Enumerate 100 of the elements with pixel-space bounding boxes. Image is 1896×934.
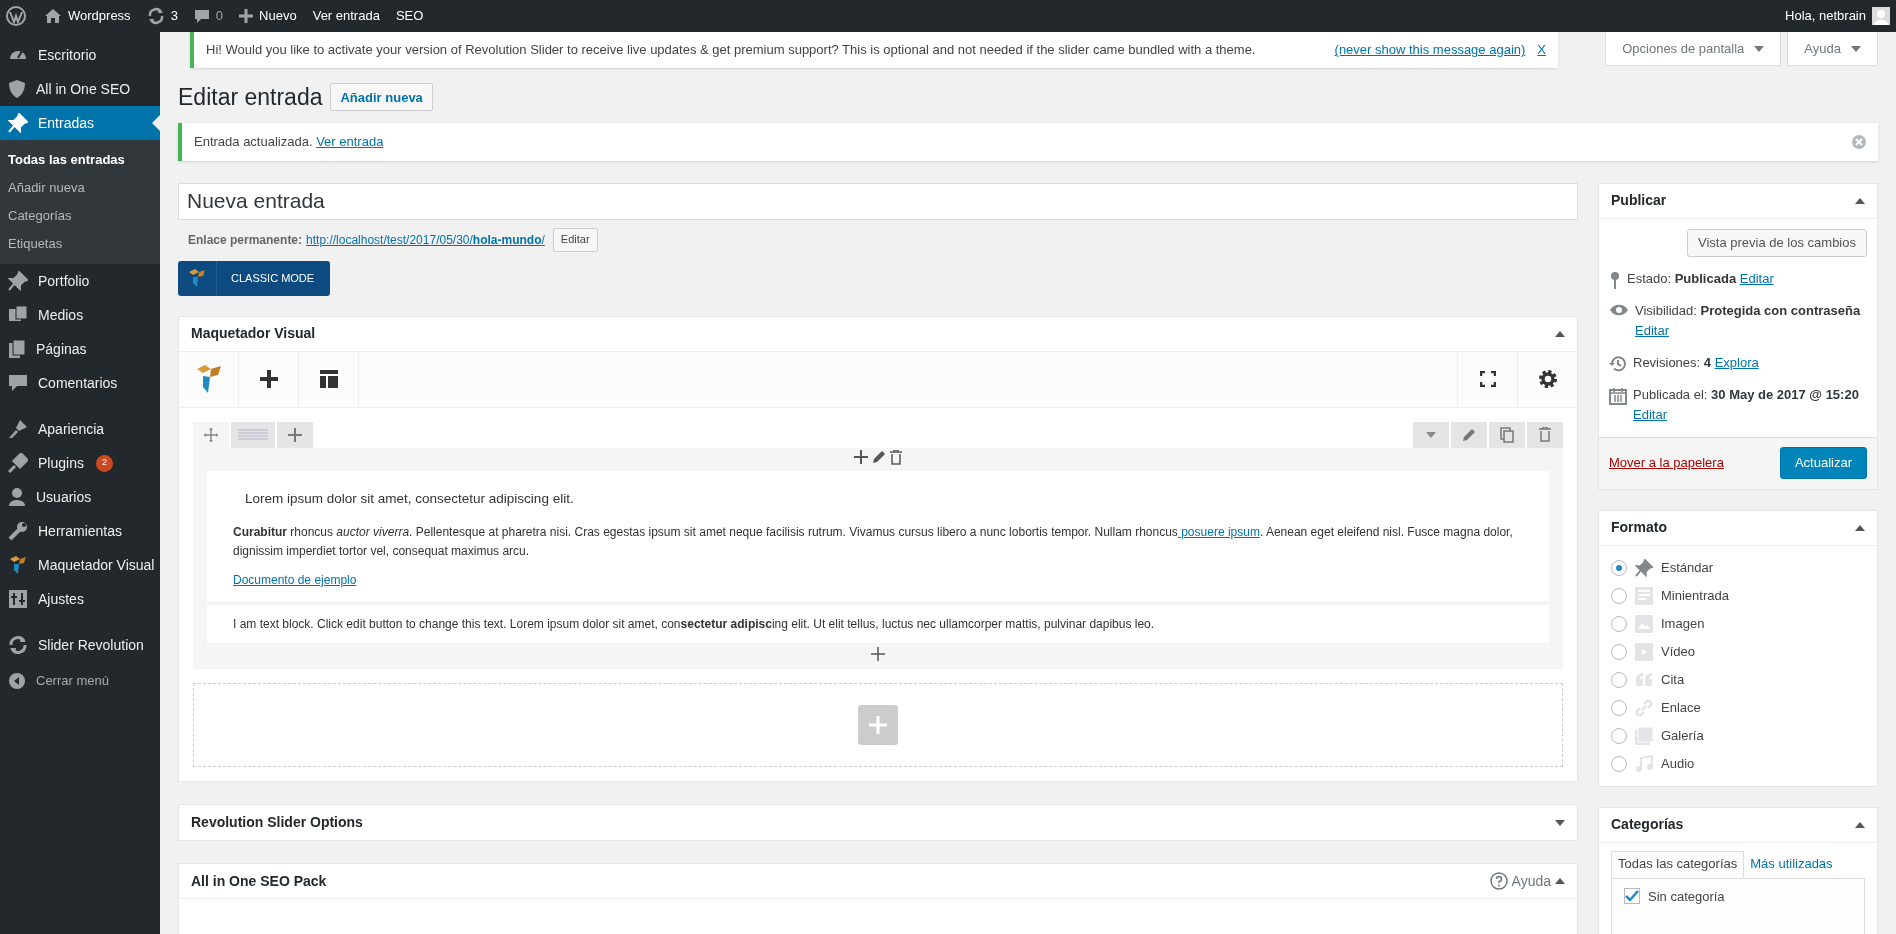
paragraph-text: Lorem ipsum dolor sit amet, consectetur adipiscing elit. [245,489,575,508]
caret-icon [1754,45,1765,52]
refresh-icon [8,635,28,655]
sidebar-item[interactable]: Herramientas [0,514,160,548]
trash-link[interactable]: Mover a la papelera [1609,453,1724,473]
page-title: Editar entrada [178,83,323,112]
post-title-field[interactable]: Nueva entrada [178,182,1578,220]
help-link[interactable]: Ayuda [1489,870,1551,892]
collapse-arrow-icon[interactable] [1855,524,1865,531]
view-post-link[interactable]: Ver entrada [316,133,384,149]
edit-icon[interactable] [872,449,886,464]
sidebar-item[interactable]: Portfolio [0,264,160,298]
radio-button[interactable] [1611,643,1627,660]
sidebar-item[interactable]: Slider Revolution [0,628,160,662]
inline-link[interactable]: posuere ipsum [1177,524,1260,539]
sidebar-item[interactable]: Ajustes [0,582,160,616]
wordpress-logo-icon[interactable] [6,6,26,26]
box-title: Revolution Slider Options [191,813,364,833]
sidebar-item[interactable]: Escritorio [0,38,160,72]
comments-link[interactable]: 0 [185,0,232,32]
radio-button[interactable] [1611,727,1627,744]
move-row-icon [204,427,218,442]
radio-button[interactable] [1611,587,1627,604]
collapse-arrow-icon[interactable] [1555,330,1565,337]
collapse-arrow-icon[interactable] [1855,197,1865,204]
update-button[interactable]: Actualizar [1779,447,1867,479]
submenu-item[interactable]: Todas las entradas [0,146,160,174]
account-link[interactable]: Hola, netbrain [1785,0,1896,32]
sidebar-item[interactable]: Plugins 2 [0,446,160,480]
checkbox[interactable] [1624,888,1640,905]
toggle-row-button[interactable] [1413,421,1449,448]
collapse-arrow-icon[interactable] [1855,821,1865,828]
close-icon[interactable] [1852,134,1866,149]
sidebar-item[interactable]: Páginas [0,332,160,366]
notice-text: Entrada actualizada. Ver entrada [194,132,385,151]
sliders-icon [8,589,28,609]
edit-link[interactable]: Editar [1633,406,1667,422]
collapse-arrow-icon[interactable] [1555,878,1565,885]
radio-button[interactable] [1611,559,1627,576]
pin-icon [8,113,28,133]
sidebar-item[interactable]: Comentarios [0,366,160,400]
box-title: Categorías [1611,815,1685,834]
add-column-button[interactable] [277,421,313,448]
sidebar-item[interactable]: Maquetador Visual [0,548,160,582]
category-tab[interactable]: Todas las categorías [1611,850,1745,878]
radio-button[interactable] [1611,671,1627,688]
status-text: Revisiones: 4 Explora [1633,353,1759,372]
shield-icon [8,79,26,99]
expand-arrow-icon[interactable] [1555,819,1565,826]
help-icon [1489,872,1508,891]
radio-button[interactable] [1611,755,1627,772]
edit-link[interactable]: Editar [1739,270,1774,286]
caret-icon [1851,45,1861,52]
sidebar-item[interactable]: All in One SEO [0,72,160,106]
submenu-item[interactable]: Etiquetas [0,230,160,258]
preview-button[interactable]: Vista previa de los cambios [1687,228,1867,257]
collapse-menu-button[interactable]: Cerrar menú [0,664,160,698]
close-link[interactable]: X [1537,40,1546,60]
site-link[interactable]: Wordpress [36,0,139,32]
delete-row-button[interactable] [1527,421,1563,448]
new-link[interactable]: Nuevo [231,0,305,32]
sidebar-item[interactable]: Medios [0,298,160,332]
link-icon [1635,698,1653,717]
screen-tab-button[interactable]: Ayuda [1787,32,1878,66]
toolbar-link[interactable]: Ver entrada [304,0,388,32]
radio-button[interactable] [1611,615,1627,632]
delete-icon[interactable] [890,449,902,465]
edit-link[interactable]: Editar [1635,322,1669,338]
active-item-pointer [152,115,160,131]
permalink-link[interactable]: http://localhost/test/2017/05/30/hola-mundo/ [306,230,545,249]
document-link[interactable]: Documento de ejemplo [233,570,357,589]
sidebar-item[interactable]: Apariencia [0,412,160,446]
edit-link[interactable]: Explora [1714,354,1759,370]
count-badge: 2 [95,454,113,472]
category-tab[interactable]: Más utilizadas [1744,850,1839,878]
classic-mode-button[interactable]: CLASSIC MODE [178,260,331,296]
toggle-row-icon [1426,431,1436,438]
sidebar-item[interactable]: Usuarios [0,480,160,514]
screen-tab-button[interactable]: Opciones de pantalla [1605,32,1782,66]
edit-row-button[interactable] [1451,421,1487,448]
plus-icon [869,716,887,735]
submenu-item[interactable]: Categorías [0,202,160,230]
collapse-icon [8,672,26,690]
sidebar-item[interactable]: Entradas [0,106,160,140]
add-icon[interactable] [854,449,868,464]
clone-row-button[interactable] [1489,421,1525,448]
status-text: Visibilidad: Protegida con contraseña Editar [1635,301,1862,340]
dismiss-link[interactable]: (never show this message again) [1334,40,1526,60]
edit-permalink-button[interactable]: Editar [552,227,598,252]
add-new-button[interactable]: Añadir nueva [330,83,433,112]
radio-label: Estándar [1661,558,1714,577]
radio-label: Minientrada [1661,586,1729,605]
delete-row-icon [1539,427,1551,442]
radio-button[interactable] [1611,699,1627,716]
radio-label: Vídeo [1661,642,1695,661]
toolbar-link[interactable]: SEO [387,0,432,32]
add-icon[interactable] [871,647,885,662]
submenu-item[interactable]: Añadir nueva [0,174,160,202]
move-row-button[interactable] [193,421,229,448]
updates-link[interactable]: 3 [138,0,186,32]
